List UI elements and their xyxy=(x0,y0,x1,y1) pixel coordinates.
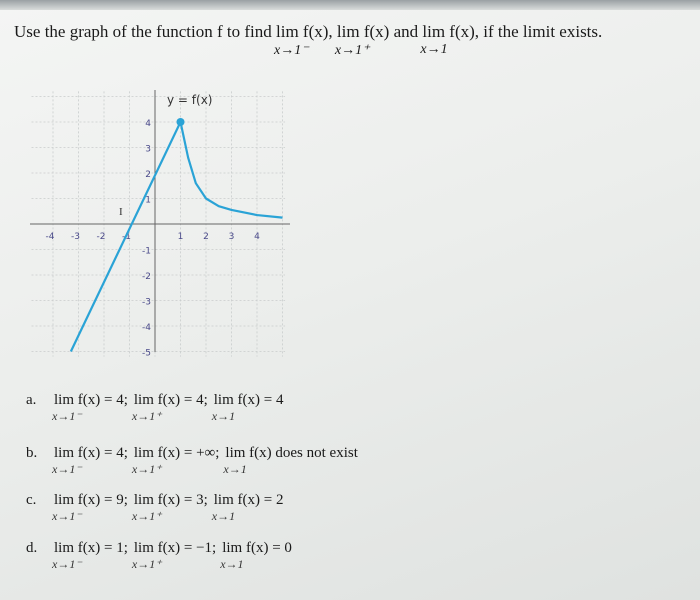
option-limit: lim f(x) = 4; x→1⁺ xyxy=(131,392,208,423)
y-tick-label: 3 xyxy=(145,145,151,155)
limit-two-sided: lim f(x) x→1 xyxy=(420,22,475,57)
option-limit: lim f(x) = −1; x→1⁺ xyxy=(131,540,217,571)
option-limit: lim f(x) = 3; x→1⁺ xyxy=(131,492,208,523)
option-letter: c. xyxy=(26,492,37,508)
option-limit: lim f(x) = 0 x→1 xyxy=(220,540,292,571)
option-letter: d. xyxy=(26,540,38,556)
x-tick-label: 3 xyxy=(229,232,235,242)
option-limit: lim f(x) = 9; x→1⁻ xyxy=(52,492,128,523)
option-limit: lim f(x) = 2 x→1 xyxy=(211,492,284,523)
answer-option-b[interactable]: b. lim f(x) = 4; x→1⁻ lim f(x) = +∞; x→1⁺ lim… xyxy=(26,445,364,476)
option-letter: b. xyxy=(26,445,38,461)
closed-point xyxy=(176,118,185,126)
answer-option-a[interactable]: a. lim f(x) = 4; x→1⁻ lim f(x) = 4; x→1⁺ lim … xyxy=(26,392,289,423)
text-cursor-icon: I xyxy=(119,206,123,218)
y-tick-label: -5 xyxy=(142,349,151,359)
y-tick-label: -1 xyxy=(142,247,151,257)
sep: , xyxy=(328,22,333,41)
x-tick-label: 1 xyxy=(178,232,184,242)
question-suffix: , if the limit exists. xyxy=(474,22,603,41)
y-tick-label: 4 xyxy=(145,119,151,129)
option-limit: lim f(x) does not exist x→1 xyxy=(223,445,358,476)
answer-option-c[interactable]: c. lim f(x) = 9; x→1⁻ lim f(x) = 3; x→1⁺ lim … xyxy=(26,492,289,523)
x-tick-label: 2 xyxy=(203,232,209,242)
option-limit: lim f(x) = 4; x→1⁻ xyxy=(52,445,128,476)
question-text: Use the graph of the function f to find … xyxy=(14,22,603,58)
option-letter: a. xyxy=(26,392,37,408)
answer-option-d[interactable]: d. lim f(x) = 1; x→1⁻ lim f(x) = −1; x→1⁺ lim… xyxy=(26,540,298,571)
limit-right: lim f(x) x→1⁺ xyxy=(334,22,390,58)
x-tick-label: -3 xyxy=(71,232,80,242)
question-prefix: Use the graph of the function f to find xyxy=(14,22,272,41)
y-tick-label: 1 xyxy=(145,196,151,206)
curve-left xyxy=(69,121,182,352)
screen-edge xyxy=(0,0,700,10)
option-limit: lim f(x) = 4; x→1⁻ xyxy=(52,392,128,423)
y-tick-label: 2 xyxy=(145,170,151,180)
limit-left: lim f(x) x→1⁻ xyxy=(274,22,329,58)
option-limit: lim f(x) = +∞; x→1⁺ xyxy=(131,445,220,476)
option-limit: lim f(x) = 1; x→1⁻ xyxy=(52,540,128,571)
x-tick-label: 4 xyxy=(254,232,260,242)
x-tick-label: -2 xyxy=(97,232,106,242)
x-tick-label: -4 xyxy=(46,232,55,242)
y-tick-label: -3 xyxy=(142,298,151,308)
y-tick-label: -2 xyxy=(142,272,151,282)
function-graph: -5-4-3-2-112344321-1-2-3-4-5y = f(x)I xyxy=(30,90,290,359)
y-tick-label: -4 xyxy=(142,323,151,333)
option-limit: lim f(x) = 4 x→1 xyxy=(211,392,284,423)
graph-title: y = f(x) xyxy=(167,93,212,107)
sep: and xyxy=(393,22,419,41)
